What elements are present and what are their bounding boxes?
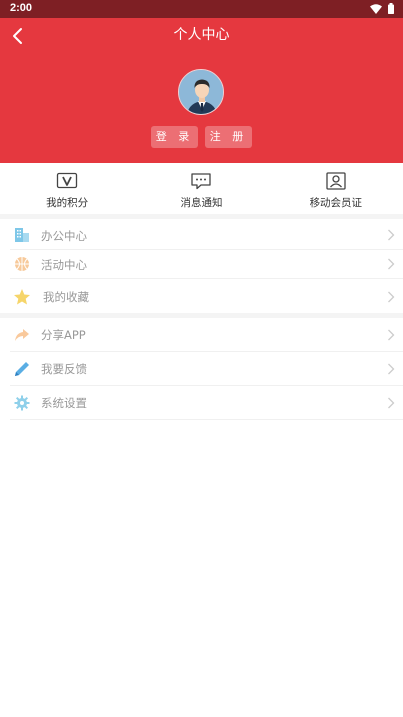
pencil-icon — [15, 362, 29, 376]
member-card-icon — [326, 172, 346, 190]
chevron-right-icon — [388, 229, 395, 241]
section-divider — [0, 214, 403, 219]
quick-label-member-card: 移动会员证 — [309, 197, 363, 209]
page-title: 个人中心 — [173, 27, 230, 43]
chevron-right-icon — [388, 397, 395, 409]
share-arrow-icon — [15, 329, 29, 341]
quick-item-member-card[interactable]: 移动会员证 — [269, 163, 403, 214]
status-time: 2:00 — [10, 2, 33, 14]
menu-label-activity: 活动中心 — [41, 258, 87, 272]
register-button[interactable]: 注 册 — [205, 126, 252, 148]
chevron-right-icon — [388, 329, 395, 341]
gear-icon — [14, 395, 30, 411]
quick-item-messages[interactable]: 消息通知 — [134, 163, 268, 214]
menu-item-feedback[interactable]: 我要反馈 — [10, 352, 403, 386]
profile-header: 个人中心 登 录 注 册 — [0, 18, 403, 163]
building-icon — [15, 228, 29, 242]
battery-icon — [388, 3, 394, 14]
chevron-right-icon — [388, 291, 395, 303]
quick-label-messages: 消息通知 — [180, 197, 223, 209]
star-icon — [14, 289, 30, 305]
quick-item-points[interactable]: 我的积分 — [0, 163, 134, 214]
menu-item-office[interactable]: 办公中心 — [10, 221, 403, 250]
login-button[interactable]: 登 录 — [151, 126, 198, 148]
status-bar: 2:00 — [0, 0, 403, 18]
menu-item-settings[interactable]: 系统设置 — [10, 386, 403, 420]
status-icons — [370, 3, 394, 14]
menu-label-feedback: 我要反馈 — [41, 362, 87, 376]
menu-item-favorites[interactable]: 我的收藏 — [10, 279, 403, 313]
chevron-right-icon — [388, 258, 395, 270]
quick-label-points: 我的积分 — [46, 197, 89, 209]
avatar-illustration — [179, 70, 223, 114]
user-avatar[interactable] — [178, 69, 224, 115]
points-v-icon — [57, 172, 78, 189]
menu-item-activity[interactable]: 活动中心 — [10, 250, 403, 279]
menu-label-settings: 系统设置 — [41, 396, 87, 410]
menu-item-share[interactable]: 分享APP — [10, 318, 403, 352]
wifi-icon — [370, 3, 382, 14]
menu-label-favorites: 我的收藏 — [43, 290, 89, 304]
menu-label-share: 分享APP — [41, 328, 86, 342]
menu-label-office: 办公中心 — [41, 229, 87, 243]
message-icon — [191, 173, 212, 190]
basketball-icon — [15, 257, 29, 271]
quick-actions-bar: 我的积分 消息通知 移动会员证 — [0, 163, 403, 214]
chevron-right-icon — [388, 363, 395, 375]
